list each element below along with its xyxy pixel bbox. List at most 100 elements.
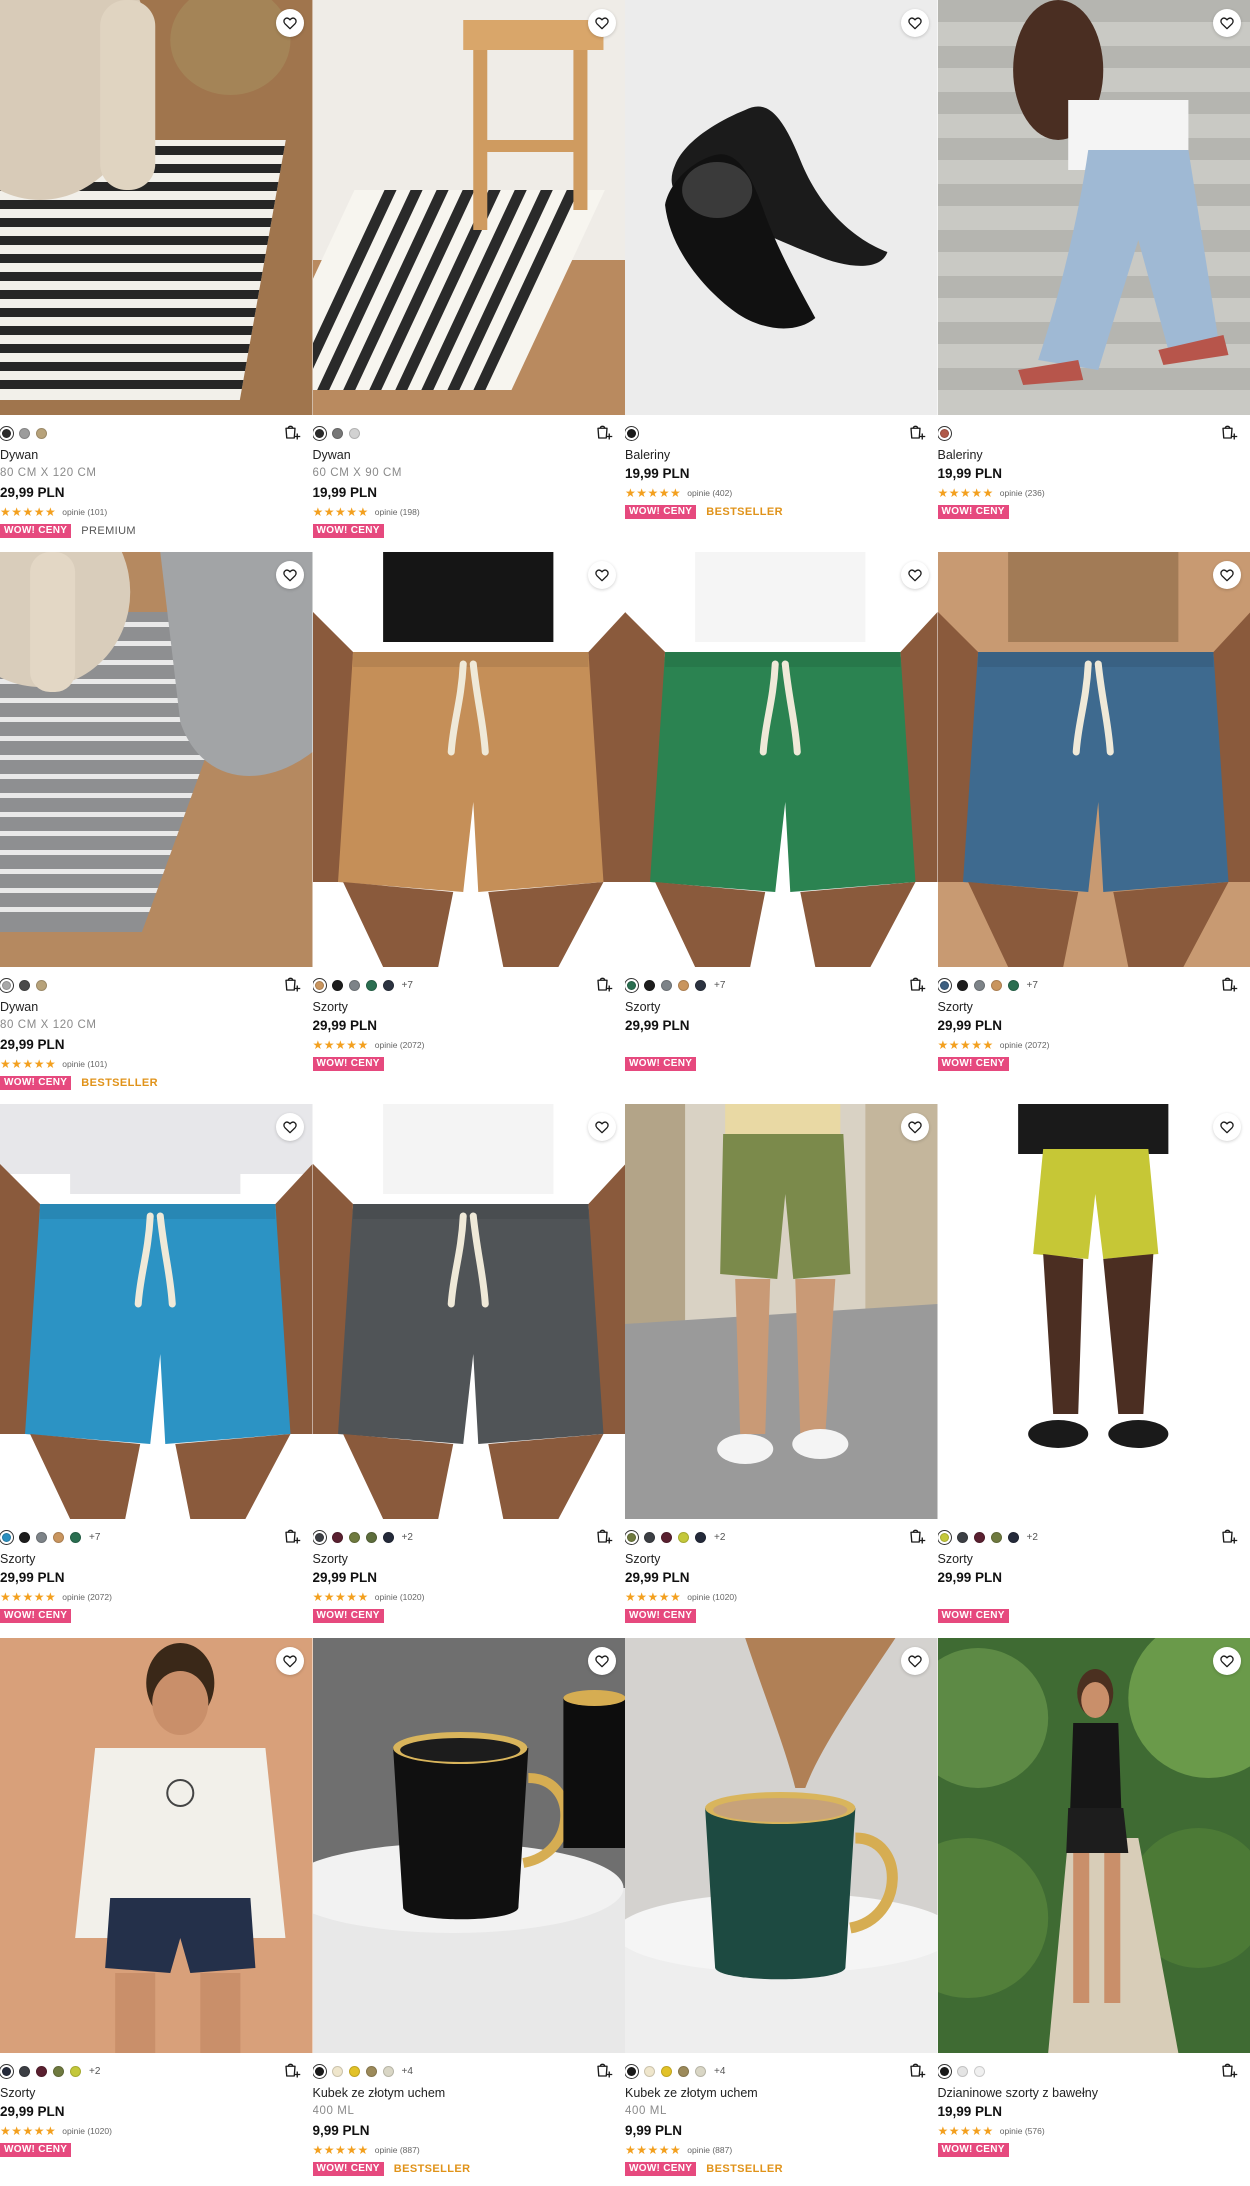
color-swatch[interactable]	[1007, 1531, 1019, 1543]
review-count[interactable]: opinie (1020)	[375, 1592, 425, 1602]
color-swatch[interactable]	[0, 425, 14, 441]
color-swatch[interactable]	[956, 1531, 968, 1543]
favorite-button[interactable]	[900, 1113, 929, 1141]
review-count[interactable]: opinie (1020)	[62, 2126, 112, 2136]
more-colors-count[interactable]: +7	[714, 980, 725, 991]
color-swatch[interactable]	[19, 979, 30, 991]
product-card-9[interactable]: +7 Szorty 29,99 PLN ★★★★★ opinie (2072) …	[0, 1104, 313, 1638]
favorite-button[interactable]	[900, 1647, 929, 1675]
review-count[interactable]: opinie (2072)	[375, 1040, 425, 1050]
product-card-15[interactable]: +4 Kubek ze złotym uchem 400 ML 9,99 PLN…	[625, 1638, 938, 2186]
product-card-7[interactable]: +7 Szorty 29,99 PLN WOW! CENY	[625, 552, 938, 1104]
color-swatch[interactable]	[678, 1531, 689, 1543]
color-swatch[interactable]	[70, 2065, 81, 2077]
color-swatch[interactable]	[331, 427, 343, 439]
product-name[interactable]: Szorty	[313, 1551, 626, 1567]
add-to-cart-button[interactable]	[1220, 2061, 1238, 2079]
color-swatch[interactable]	[53, 2065, 64, 2077]
product-image[interactable]	[0, 552, 313, 967]
review-count[interactable]: opinie (887)	[375, 2145, 420, 2155]
product-card-11[interactable]: +2 Szorty 29,99 PLN ★★★★★ opinie (1020) …	[625, 1104, 938, 1638]
review-count[interactable]: opinie (2072)	[1000, 1040, 1050, 1050]
product-card-2[interactable]: Dywan 60 CM X 90 CM 19,99 PLN ★★★★★ opin…	[312, 0, 625, 552]
color-swatch[interactable]	[382, 979, 394, 991]
product-name[interactable]: Baleriny	[938, 447, 1250, 463]
favorite-button[interactable]	[588, 1647, 616, 1675]
product-image[interactable]	[625, 552, 938, 967]
review-count[interactable]: opinie (1020)	[687, 1592, 737, 1602]
favorite-button[interactable]	[900, 561, 929, 589]
color-swatch[interactable]	[661, 1531, 672, 1543]
more-colors-count[interactable]: +2	[714, 1532, 725, 1543]
product-image[interactable]	[312, 552, 625, 967]
color-swatch[interactable]	[365, 2065, 377, 2077]
color-swatch[interactable]	[625, 2063, 639, 2079]
add-to-cart-button[interactable]	[1220, 1527, 1238, 1545]
color-swatch[interactable]	[348, 1531, 360, 1543]
more-colors-count[interactable]: +2	[89, 2066, 100, 2077]
color-swatch[interactable]	[625, 425, 639, 441]
product-image[interactable]	[937, 1104, 1250, 1519]
product-image[interactable]	[937, 1638, 1250, 2053]
color-swatch[interactable]	[36, 2065, 47, 2077]
product-name[interactable]: Baleriny	[625, 447, 938, 463]
product-card-13[interactable]: +2 Szorty 29,99 PLN ★★★★★ opinie (1020) …	[0, 1638, 313, 2186]
color-swatch[interactable]	[937, 425, 952, 441]
add-to-cart-button[interactable]	[1220, 975, 1238, 993]
add-to-cart-button[interactable]	[908, 2061, 926, 2079]
product-name[interactable]: Dzianinowe szorty z bawełny	[938, 2085, 1250, 2101]
product-name[interactable]: Szorty	[938, 1551, 1250, 1567]
favorite-button[interactable]	[588, 9, 616, 37]
favorite-button[interactable]	[1213, 1647, 1241, 1675]
product-card-8[interactable]: +7 Szorty 29,99 PLN ★★★★★ opinie (2072) …	[937, 552, 1250, 1104]
color-swatch[interactable]	[695, 2065, 706, 2077]
color-swatch[interactable]	[312, 1529, 327, 1545]
review-count[interactable]: opinie (101)	[62, 1059, 107, 1069]
color-swatch[interactable]	[644, 2065, 655, 2077]
color-swatch[interactable]	[661, 979, 672, 991]
product-image[interactable]	[0, 1104, 313, 1519]
favorite-button[interactable]	[900, 9, 929, 37]
review-count[interactable]: opinie (198)	[375, 507, 420, 517]
color-swatch[interactable]	[0, 2063, 14, 2079]
color-swatch[interactable]	[312, 2063, 327, 2079]
product-image[interactable]	[625, 1104, 938, 1519]
more-colors-count[interactable]: +4	[714, 2066, 725, 2077]
color-swatch[interactable]	[937, 1529, 952, 1545]
color-swatch[interactable]	[937, 2063, 952, 2079]
product-image[interactable]	[312, 1638, 625, 2053]
color-swatch[interactable]	[661, 2065, 672, 2077]
product-name[interactable]: Szorty	[625, 1551, 938, 1567]
add-to-cart-button[interactable]	[595, 423, 613, 441]
color-swatch[interactable]	[973, 1531, 985, 1543]
more-colors-count[interactable]: +7	[1027, 980, 1038, 991]
color-swatch[interactable]	[331, 1531, 343, 1543]
add-to-cart-button[interactable]	[908, 423, 926, 441]
review-count[interactable]: opinie (576)	[1000, 2126, 1045, 2136]
color-swatch[interactable]	[973, 979, 985, 991]
product-image[interactable]	[312, 0, 625, 415]
color-swatch[interactable]	[695, 1531, 706, 1543]
color-swatch[interactable]	[36, 427, 47, 439]
color-swatch[interactable]	[644, 1531, 655, 1543]
review-count[interactable]: opinie (887)	[687, 2145, 732, 2155]
color-swatch[interactable]	[990, 1531, 1002, 1543]
product-card-4[interactable]: Baleriny 19,99 PLN ★★★★★ opinie (236) WO…	[937, 0, 1250, 552]
product-card-16[interactable]: Dzianinowe szorty z bawełny 19,99 PLN ★★…	[937, 1638, 1250, 2186]
product-name[interactable]: Szorty	[313, 999, 626, 1015]
color-swatch[interactable]	[644, 979, 655, 991]
product-card-6[interactable]: +7 Szorty 29,99 PLN ★★★★★ opinie (2072) …	[312, 552, 626, 1104]
product-image[interactable]	[625, 1638, 938, 2053]
color-swatch[interactable]	[382, 2065, 394, 2077]
color-swatch[interactable]	[625, 977, 639, 993]
favorite-button[interactable]	[275, 561, 304, 589]
color-swatch[interactable]	[36, 979, 47, 991]
product-card-5[interactable]: Dywan 80 CM X 120 CM 29,99 PLN ★★★★★ opi…	[0, 552, 313, 1104]
favorite-button[interactable]	[275, 9, 304, 37]
color-swatch[interactable]	[1007, 979, 1019, 991]
color-swatch[interactable]	[625, 1529, 639, 1545]
more-colors-count[interactable]: +7	[89, 1532, 100, 1543]
favorite-button[interactable]	[275, 1113, 304, 1141]
add-to-cart-button[interactable]	[595, 1527, 613, 1545]
color-swatch[interactable]	[36, 1531, 47, 1543]
